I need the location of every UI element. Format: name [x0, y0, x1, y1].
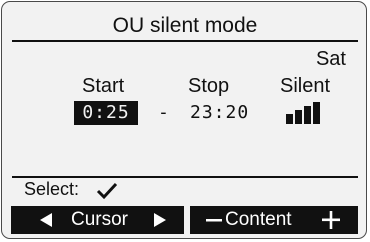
silent-level-field[interactable] — [285, 100, 321, 124]
level-bar-1 — [286, 114, 293, 124]
level-bar-4 — [313, 102, 320, 124]
select-label: Select: — [24, 179, 80, 199]
cursor-button[interactable]: Cursor — [11, 206, 184, 234]
stop-header: Stop — [188, 75, 230, 97]
signal-bars-icon — [286, 102, 320, 124]
content-button[interactable]: Content — [190, 206, 358, 234]
title-divider — [12, 40, 358, 42]
checkmark-icon — [96, 182, 118, 200]
footer-divider — [12, 176, 358, 178]
time-separator: - — [158, 102, 170, 123]
triangle-right-icon — [154, 213, 166, 227]
lcd-screen: OU silent mode Sat Start Stop Silent 0:2… — [1, 1, 367, 239]
cursor-button-label: Cursor — [71, 209, 129, 230]
plus-icon — [322, 211, 340, 229]
start-header: Start — [82, 75, 125, 97]
triangle-left-icon — [40, 213, 52, 227]
start-time-field[interactable]: 0:25 — [74, 101, 138, 125]
minus-icon — [206, 219, 222, 222]
level-bar-2 — [295, 110, 302, 124]
content-button-label: Content — [225, 209, 292, 230]
level-bar-3 — [304, 106, 311, 124]
page-title: OU silent mode — [112, 14, 258, 37]
day-label: Sat — [315, 48, 346, 70]
controller-display: OU silent mode Sat Start Stop Silent 0:2… — [0, 0, 370, 242]
stop-time-field[interactable]: 23:20 — [190, 101, 249, 125]
silent-header: Silent — [280, 75, 331, 97]
